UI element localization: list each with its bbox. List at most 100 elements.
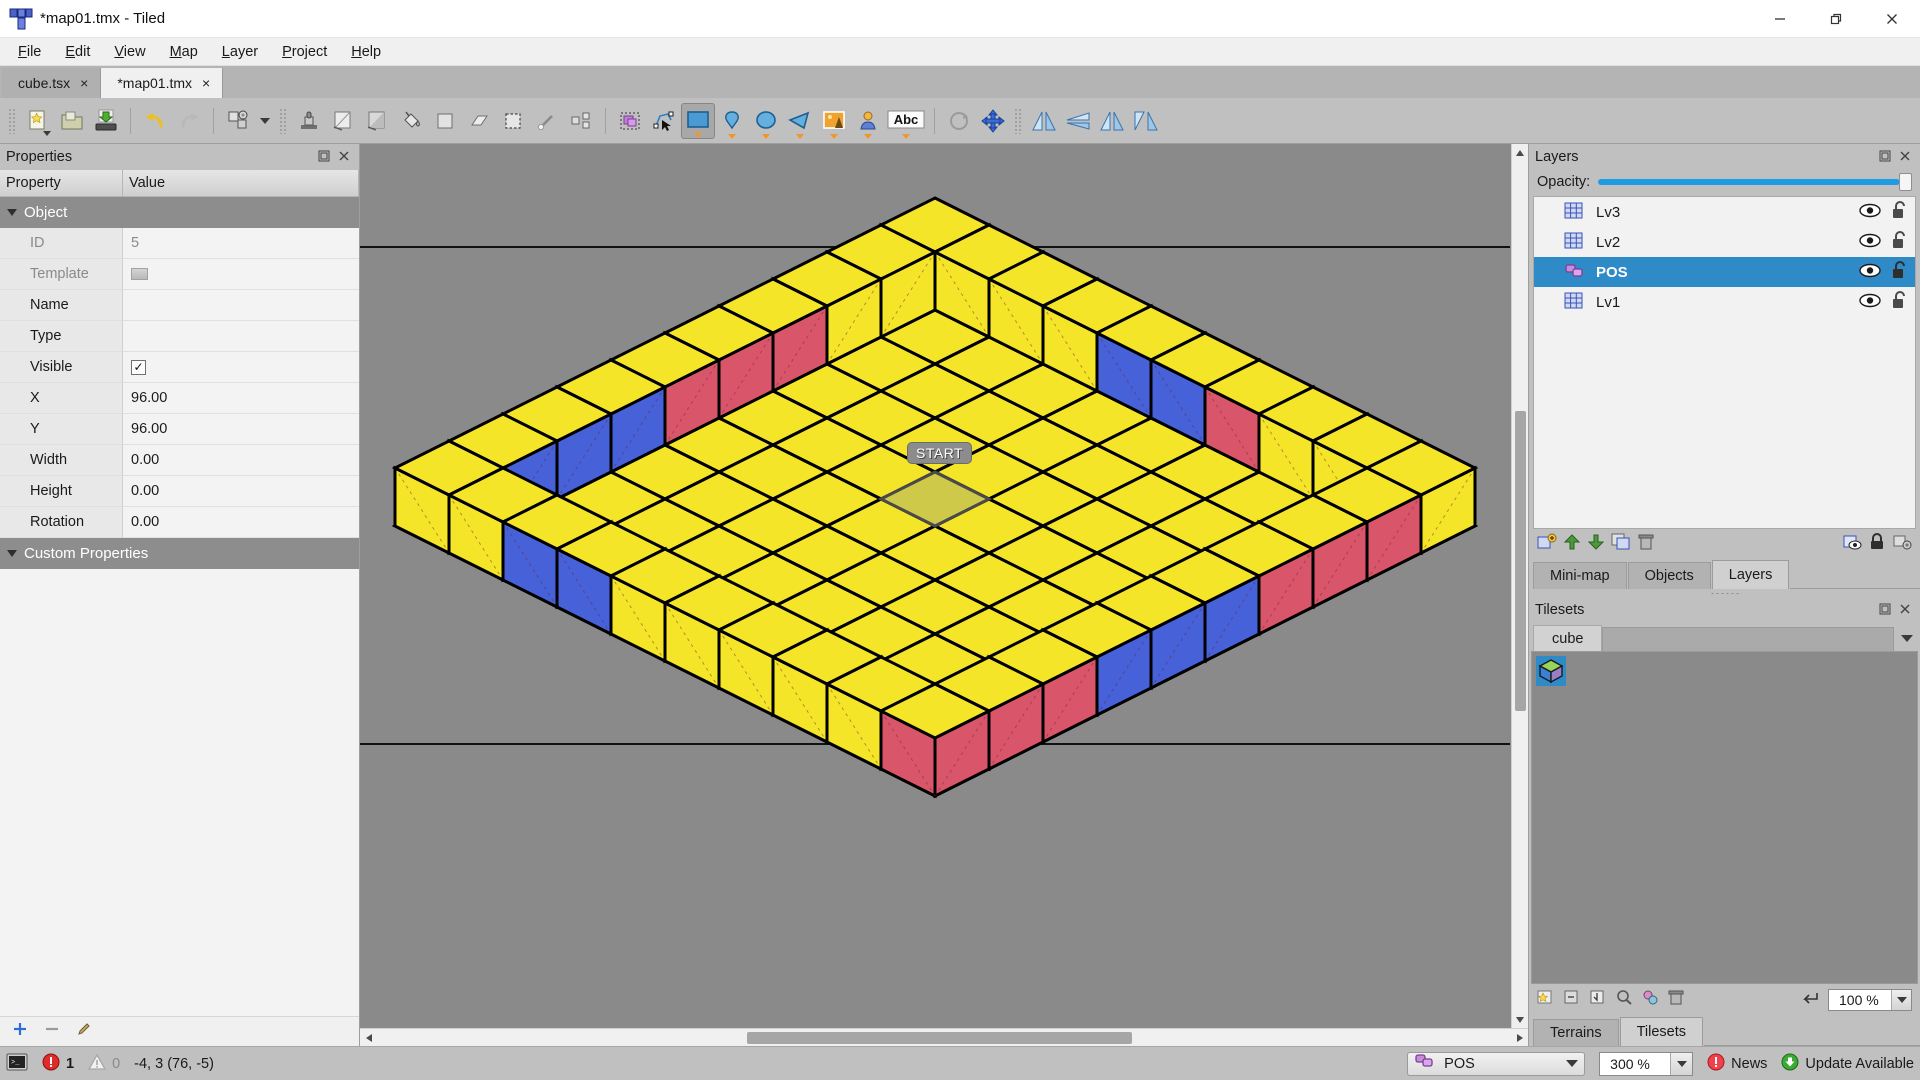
menu-layer[interactable]: Layer — [210, 41, 270, 63]
property-row-width[interactable]: Width 0.00 — [0, 445, 359, 476]
marquee-select-icon[interactable] — [496, 103, 530, 139]
close-icon[interactable] — [1864, 0, 1920, 38]
property-row-visible[interactable]: Visible ✓ — [0, 352, 359, 383]
property-row-height[interactable]: Height 0.00 — [0, 476, 359, 507]
rotate-right-icon[interactable] — [1129, 103, 1163, 139]
close-x-icon[interactable] — [337, 149, 353, 165]
news-button[interactable]: News — [1707, 1053, 1767, 1075]
layer-row-pos[interactable]: POS — [1534, 257, 1915, 287]
layer-row-lv2[interactable]: Lv2 — [1534, 227, 1915, 257]
float-icon[interactable] — [1878, 149, 1894, 165]
map-properties-icon[interactable] — [221, 103, 255, 139]
menu-view[interactable]: View — [102, 41, 157, 63]
save-disk-icon[interactable] — [89, 103, 123, 139]
menu-project[interactable]: Project — [270, 41, 339, 63]
tab-mini-map[interactable]: Mini-map — [1533, 562, 1627, 589]
scroll-left-arrow-icon[interactable] — [360, 1029, 377, 1047]
tab-terrains[interactable]: Terrains — [1533, 1019, 1619, 1046]
toolbar-grip[interactable] — [8, 107, 17, 134]
chevron-down-icon[interactable] — [7, 550, 17, 557]
close-icon[interactable]: × — [202, 76, 210, 90]
tileset-props-icon[interactable] — [1641, 989, 1659, 1011]
map-canvas[interactable]: START — [360, 144, 1528, 1028]
chevron-down-icon[interactable] — [728, 133, 736, 139]
eye-icon[interactable] — [1859, 233, 1881, 252]
eye-icon[interactable] — [1859, 263, 1881, 282]
property-row-template[interactable]: Template — [0, 259, 359, 290]
rotate-icon[interactable] — [942, 103, 976, 139]
terrain-icon[interactable] — [326, 103, 360, 139]
property-value[interactable]: 0.00 — [123, 476, 359, 507]
arrow-down-icon[interactable] — [1587, 533, 1605, 556]
chevron-down-icon[interactable] — [7, 209, 17, 216]
property-value[interactable]: 96.00 — [123, 383, 359, 414]
toolbar-grip[interactable] — [1014, 107, 1023, 134]
chevron-down-icon[interactable] — [864, 133, 872, 139]
lock-icon[interactable] — [1868, 532, 1886, 556]
menu-map[interactable]: Map — [158, 41, 210, 63]
properties-group-object[interactable]: Object — [0, 197, 359, 228]
isometric-map-render[interactable] — [360, 144, 1510, 1014]
shape-fill-icon[interactable] — [360, 103, 394, 139]
property-value[interactable]: 0.00 — [123, 445, 359, 476]
document-tab-map01[interactable]: *map01.tmx × — [101, 68, 224, 98]
property-row-id[interactable]: ID 5 — [0, 228, 359, 259]
layer-row-lv3[interactable]: Lv3 — [1534, 197, 1915, 227]
property-value[interactable]: 0.00 — [123, 507, 359, 538]
insert-template-icon[interactable] — [851, 103, 885, 139]
visible-checkbox[interactable]: ✓ — [131, 359, 146, 375]
properties-group-custom[interactable]: Custom Properties — [0, 538, 359, 569]
arrow-up-icon[interactable] — [1563, 533, 1581, 556]
scroll-right-arrow-icon[interactable] — [1511, 1029, 1528, 1047]
warning-status[interactable]: 0 — [87, 1053, 120, 1075]
menu-edit[interactable]: Edit — [53, 41, 102, 63]
slider-knob[interactable] — [1899, 173, 1912, 191]
tab-objects[interactable]: Objects — [1627, 562, 1711, 589]
chevron-down-icon[interactable] — [1891, 990, 1911, 1010]
cube-tile[interactable] — [1536, 656, 1566, 686]
scroll-up-arrow-icon[interactable] — [1511, 144, 1528, 161]
menu-file[interactable]: File — [6, 41, 53, 63]
menu-help[interactable]: Help — [339, 41, 393, 63]
eye-icon[interactable] — [1859, 293, 1881, 312]
chevron-down-icon[interactable] — [830, 133, 838, 139]
insert-ellipse-icon[interactable] — [749, 103, 783, 139]
redo-arrow-icon[interactable] — [172, 103, 206, 139]
horizontal-scrollbar[interactable] — [360, 1028, 1528, 1046]
close-x-icon[interactable] — [1898, 602, 1914, 618]
select-same-tile-icon[interactable] — [564, 103, 598, 139]
property-row-y[interactable]: Y 96.00 — [0, 414, 359, 445]
error-status[interactable]: 1 — [42, 1053, 74, 1075]
toolbar-grip[interactable] — [279, 107, 288, 134]
tab-layers[interactable]: Layers — [1711, 560, 1790, 589]
close-x-icon[interactable] — [1898, 149, 1914, 165]
tileset-tile-grid[interactable] — [1531, 651, 1918, 984]
select-objects-icon[interactable] — [613, 103, 647, 139]
wrap-icon[interactable] — [1800, 990, 1820, 1011]
unlock-icon[interactable] — [1891, 260, 1909, 284]
chevron-down-icon[interactable] — [694, 132, 702, 138]
opacity-slider[interactable] — [1598, 172, 1912, 192]
vertical-scroll-track[interactable] — [1511, 161, 1528, 1011]
chevron-down-icon[interactable] — [1566, 1060, 1579, 1067]
chevron-down-icon[interactable] — [255, 103, 275, 139]
tab-tilesets[interactable]: Tilesets — [1619, 1017, 1703, 1046]
horizontal-scroll-track[interactable] — [377, 1029, 1511, 1046]
eye-icon[interactable] — [1859, 203, 1881, 222]
chevron-down-icon[interactable] — [902, 133, 910, 139]
unlock-icon[interactable] — [1891, 290, 1909, 314]
pencil-icon[interactable] — [76, 1021, 92, 1042]
undo-arrow-icon[interactable] — [138, 103, 172, 139]
chevron-down-icon[interactable] — [1670, 1052, 1693, 1075]
bucket-fill-icon[interactable] — [394, 103, 428, 139]
new-tileset-icon[interactable] — [1537, 989, 1555, 1011]
update-available-button[interactable]: Update Available — [1781, 1053, 1914, 1075]
insert-rectangle-icon[interactable] — [681, 102, 715, 139]
export-icon[interactable] — [1589, 989, 1607, 1011]
property-row-type[interactable]: Type — [0, 321, 359, 352]
vertical-scroll-thumb[interactable] — [1514, 411, 1526, 711]
chevron-down-icon[interactable] — [796, 133, 804, 139]
horizontal-scroll-thumb[interactable] — [747, 1032, 1132, 1044]
insert-polygon-icon[interactable] — [783, 103, 817, 139]
document-tab-cube[interactable]: cube.tsx × — [2, 68, 102, 98]
